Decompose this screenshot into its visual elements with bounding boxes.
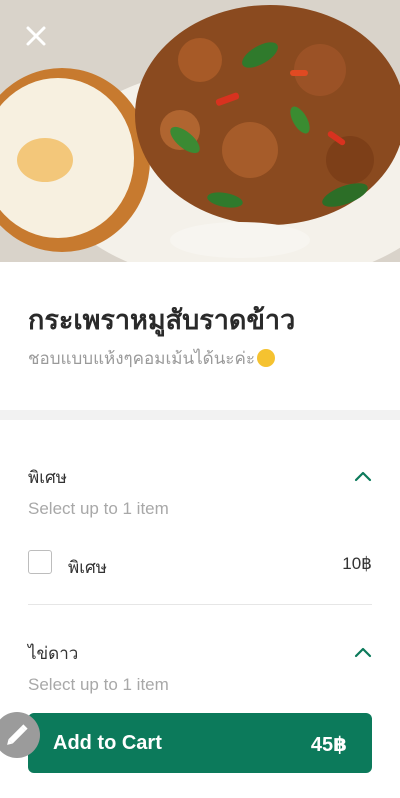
smiling-face-icon	[256, 349, 275, 367]
collapse-fried-egg-button[interactable]	[354, 645, 372, 658]
option-label: พิเศษ	[68, 558, 108, 577]
row-divider	[28, 604, 372, 605]
item-title: กระเพราหมูสับราดข้าว	[28, 305, 296, 335]
pencil-icon	[7, 724, 28, 745]
section-divider	[0, 410, 400, 420]
collapse-extra-button[interactable]	[354, 469, 372, 482]
section-title-fried-egg: ไข่ดาว	[28, 644, 79, 663]
close-icon	[26, 26, 46, 46]
edit-button[interactable]	[0, 712, 40, 758]
cart-total-price: 45฿	[310, 734, 347, 756]
option-price: 10฿	[342, 554, 372, 573]
add-to-cart-button[interactable]: Add to Cart 45฿	[28, 713, 372, 773]
section-title-extra: พิเศษ	[28, 468, 68, 487]
option-extra[interactable]: พิเศษ 10฿	[28, 548, 372, 578]
chevron-up-icon	[354, 471, 372, 482]
item-description-text: ชอบแบบแห้งๆคอมเม้นได้นะค่ะ	[28, 349, 255, 368]
add-to-cart-label: Add to Cart	[53, 732, 162, 754]
chevron-up-icon	[354, 647, 372, 658]
option-checkbox[interactable]	[28, 550, 52, 574]
close-button[interactable]	[22, 22, 50, 50]
food-image	[0, 0, 400, 262]
section-subtitle-extra: Select up to 1 item	[28, 499, 169, 518]
section-subtitle-fried-egg: Select up to 1 item	[28, 675, 169, 694]
item-description: ชอบแบบแห้งๆคอมเม้นได้นะค่ะ	[28, 345, 275, 372]
food-photo	[0, 0, 400, 262]
